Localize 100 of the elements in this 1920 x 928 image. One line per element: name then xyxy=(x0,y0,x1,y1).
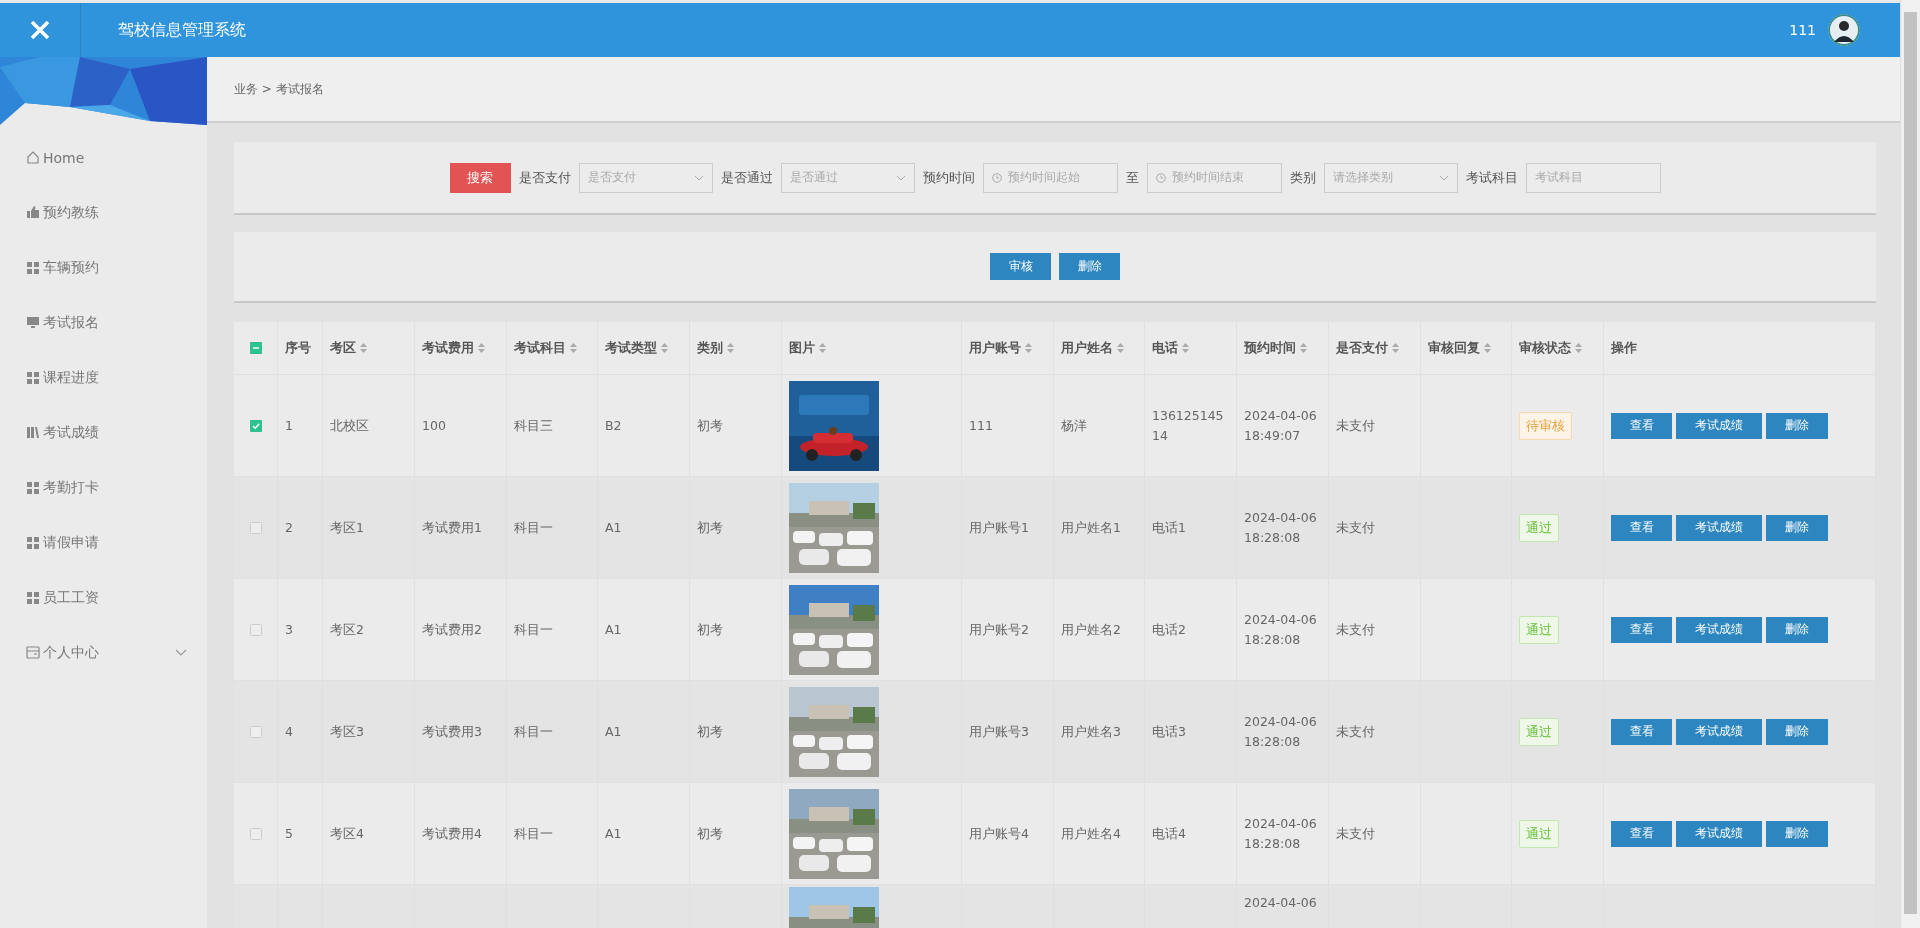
sort-icon[interactable] xyxy=(1025,343,1032,353)
table-cell-text: A1 xyxy=(605,620,622,639)
table-cell-text: 科目一 xyxy=(514,620,553,639)
field-label: 是否支付 xyxy=(518,168,571,187)
chevron-down-icon xyxy=(693,174,704,181)
table-cell-text: A1 xyxy=(605,518,622,537)
column-header[interactable]: 用户姓名 xyxy=(1061,338,1113,358)
field-label: 是否通过 xyxy=(720,168,773,187)
sidebar-item[interactable]: 考勤打卡 xyxy=(0,460,207,515)
sidebar-item[interactable]: 请假申请 xyxy=(0,515,207,570)
column-header[interactable]: 审核回复 xyxy=(1428,338,1480,358)
close-icon[interactable] xyxy=(29,19,51,41)
input-field[interactable]: 是否通过 xyxy=(780,162,915,193)
table-cell-text: 3 xyxy=(285,620,293,639)
delete-button[interactable]: 删除 xyxy=(1766,412,1828,439)
sort-icon[interactable] xyxy=(1182,343,1189,353)
checkbox[interactable] xyxy=(249,623,262,636)
score-button[interactable]: 考试成绩 xyxy=(1676,820,1762,847)
table-cell-text: 初考 xyxy=(697,518,723,537)
field-label: 类别 xyxy=(1289,168,1316,187)
column-header[interactable]: 序号 xyxy=(285,338,311,358)
column-header[interactable]: 类别 xyxy=(697,338,723,358)
column-header[interactable]: 操作 xyxy=(1611,338,1637,358)
sort-icon[interactable] xyxy=(570,343,577,353)
sidebar-item[interactable]: 预约教练 xyxy=(0,185,207,240)
sort-icon[interactable] xyxy=(727,343,734,353)
breadcrumb: 业务 > 考试报名 xyxy=(234,80,324,98)
view-button[interactable]: 查看 xyxy=(1611,514,1672,541)
view-button[interactable]: 查看 xyxy=(1611,412,1672,439)
column-header[interactable]: 考试科目 xyxy=(514,338,566,358)
field-label: 至 xyxy=(1125,168,1139,187)
sort-icon[interactable] xyxy=(819,343,826,353)
table-cell-text: 电话1 xyxy=(1152,518,1186,537)
delete-button[interactable]: 删除 xyxy=(1766,616,1828,643)
column-header[interactable]: 图片 xyxy=(789,338,815,358)
thumbs-up-icon xyxy=(26,205,40,220)
table-cell-text: B2 xyxy=(605,416,622,435)
table-cell-text: 初考 xyxy=(697,824,723,843)
table-cell-text: 考区2 xyxy=(330,620,364,639)
sort-icon[interactable] xyxy=(360,343,367,353)
sort-icon[interactable] xyxy=(1117,343,1124,353)
column-header[interactable]: 电话 xyxy=(1152,338,1178,358)
table-cell-text: 100 xyxy=(422,416,446,435)
delete-button[interactable]: 删除 xyxy=(1766,820,1828,847)
table-cell-text: 未支付 xyxy=(1336,722,1375,741)
scrollbar[interactable] xyxy=(1900,0,1920,928)
grid-icon xyxy=(26,590,40,605)
table-cell-text: 5 xyxy=(285,824,293,843)
table-cell-text: 科目三 xyxy=(514,416,553,435)
score-button[interactable]: 考试成绩 xyxy=(1676,412,1762,439)
delete-button[interactable]: 删除 xyxy=(1059,253,1120,280)
sidebar-item[interactable]: 课程进度 xyxy=(0,350,207,405)
sort-icon[interactable] xyxy=(1575,343,1582,353)
status-tag: 通过 xyxy=(1519,717,1559,746)
input-field[interactable]: 请选择类别 xyxy=(1323,162,1458,193)
checkbox[interactable] xyxy=(249,521,262,534)
delete-button[interactable]: 删除 xyxy=(1766,718,1828,745)
column-header[interactable]: 用户账号 xyxy=(969,338,1021,358)
scrollbar-thumb[interactable] xyxy=(1904,12,1917,914)
table-cell-text: 未支付 xyxy=(1336,824,1375,843)
sidebar-item[interactable]: Home xyxy=(0,130,207,185)
column-header[interactable]: 考试类型 xyxy=(605,338,657,358)
sort-icon[interactable] xyxy=(1392,343,1399,353)
sort-icon[interactable] xyxy=(661,343,668,353)
column-header[interactable]: 是否支付 xyxy=(1336,338,1388,358)
checkbox[interactable] xyxy=(249,725,262,738)
field-label: 考试科目 xyxy=(1465,168,1518,187)
view-button[interactable]: 查看 xyxy=(1611,820,1672,847)
input-field[interactable]: 是否支付 xyxy=(578,162,713,193)
sidebar-item[interactable]: 个人中心 xyxy=(0,625,207,680)
column-header[interactable]: 考区 xyxy=(330,338,356,358)
sidebar-item[interactable]: 考试报名 xyxy=(0,295,207,350)
grid-icon xyxy=(26,480,40,495)
column-header[interactable]: 考试费用 xyxy=(422,338,474,358)
sort-icon[interactable] xyxy=(1300,343,1307,353)
table-cell-text: 初考 xyxy=(697,722,723,741)
table-cell-text: 用户账号1 xyxy=(969,518,1029,537)
input-field[interactable]: 考试科目 xyxy=(1525,162,1661,193)
score-button[interactable]: 考试成绩 xyxy=(1676,514,1762,541)
sort-icon[interactable] xyxy=(478,343,485,353)
score-button[interactable]: 考试成绩 xyxy=(1676,616,1762,643)
input-field[interactable]: 预约时间起始 xyxy=(982,162,1118,193)
sort-icon[interactable] xyxy=(1484,343,1491,353)
search-button[interactable]: 搜索 xyxy=(449,162,511,193)
view-button[interactable]: 查看 xyxy=(1611,718,1672,745)
column-header[interactable]: 审核状态 xyxy=(1519,338,1571,358)
column-header[interactable]: 预约时间 xyxy=(1244,338,1296,358)
delete-button[interactable]: 删除 xyxy=(1766,514,1828,541)
table-cell-text: 2024-04-06 18:28:08 xyxy=(1244,712,1318,751)
sidebar-item[interactable]: 车辆预约 xyxy=(0,240,207,295)
view-button[interactable]: 查看 xyxy=(1611,616,1672,643)
checkbox[interactable] xyxy=(249,419,262,432)
sidebar-item[interactable]: 员工工资 xyxy=(0,570,207,625)
checkbox[interactable] xyxy=(249,827,262,840)
review-button[interactable]: 审核 xyxy=(990,253,1051,280)
input-field[interactable]: 预约时间结束 xyxy=(1146,162,1282,193)
chevron-down-icon xyxy=(1438,174,1449,181)
checkbox[interactable] xyxy=(249,342,262,354)
score-button[interactable]: 考试成绩 xyxy=(1676,718,1762,745)
sidebar-item[interactable]: 考试成绩 xyxy=(0,405,207,460)
